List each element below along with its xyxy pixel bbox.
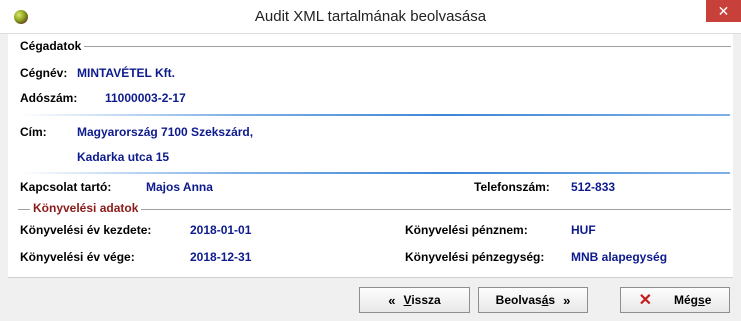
contact-label: Kapcsolat tartó:: [20, 180, 112, 194]
currency-label: Könyvelési pénznem:: [405, 223, 528, 237]
separator: [20, 114, 730, 116]
back-button-label: Vissza: [403, 293, 441, 307]
company-group-border: [18, 46, 731, 47]
company-group-title: Cégadatok: [17, 39, 85, 53]
currency-unit-value: MNB alapegység: [571, 250, 668, 264]
fiscal-year-start-value: 2018-01-01: [190, 223, 252, 237]
window-title: Audit XML tartalmának beolvasása: [254, 8, 487, 25]
title-bar: Audit XML tartalmának beolvasása ✕: [0, 0, 741, 34]
currency-value: HUF: [571, 223, 596, 237]
address-line-1: Magyarország 7100 Szekszárd,: [77, 125, 254, 139]
company-name-label: Cégnév:: [20, 66, 68, 80]
double-chevron-left-icon: «: [388, 292, 396, 308]
phone-value: 512-833: [571, 180, 616, 194]
load-button[interactable]: Beolvasás »: [478, 287, 588, 313]
tax-number-label: Adószám:: [20, 91, 78, 105]
fiscal-year-start-label: Könyvelési év kezdete:: [20, 223, 152, 237]
cancel-button[interactable]: ✕ Mégse: [620, 287, 730, 313]
company-name-value: MINTAVÉTEL Kft.: [77, 66, 175, 80]
double-chevron-right-icon: »: [563, 292, 571, 308]
cancel-button-label: Mégse: [674, 293, 712, 307]
load-button-label: Beolvasás: [495, 293, 556, 307]
accounting-group-title: Könyvelési adatok: [30, 201, 142, 215]
separator: [20, 172, 730, 174]
close-button[interactable]: ✕: [706, 0, 741, 22]
address-label: Cím:: [20, 125, 47, 139]
currency-unit-label: Könyvelési pénzegység:: [405, 250, 545, 264]
phone-label: Telefonszám:: [474, 180, 550, 194]
address-line-2: Kadarka utca 15: [77, 150, 170, 164]
close-x-icon: ✕: [638, 292, 653, 309]
tax-number-value: 11000003-2-17: [105, 91, 186, 105]
back-button[interactable]: « Vissza: [359, 287, 470, 313]
fiscal-year-end-label: Könyvelési év vége:: [20, 250, 135, 264]
fiscal-year-end-value: 2018-12-31: [190, 250, 252, 264]
contact-value: Majos Anna: [146, 180, 213, 194]
